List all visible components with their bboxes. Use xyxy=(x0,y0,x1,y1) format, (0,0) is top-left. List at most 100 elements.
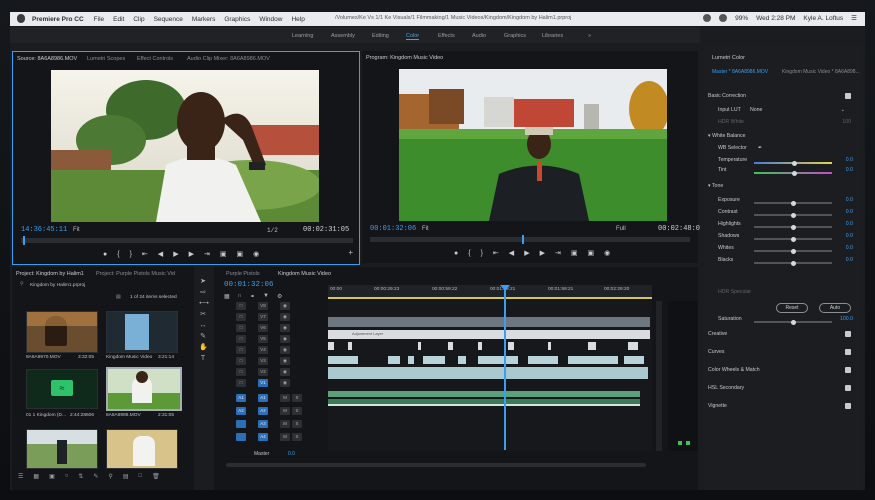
icon-view-icon[interactable]: ▣ xyxy=(49,473,55,480)
basic-correction-checkbox[interactable] xyxy=(845,93,851,99)
timeline-clip[interactable] xyxy=(348,342,352,350)
snap-icon[interactable]: ∩ xyxy=(238,293,242,300)
tab-project-kingdom[interactable]: Project: Kingdom by Halim1 xyxy=(16,271,84,277)
track-lock-icon[interactable]: □ xyxy=(236,368,246,376)
blacks-value[interactable]: 0.0 xyxy=(846,257,853,263)
solo-button[interactable]: S xyxy=(292,420,302,428)
input-lut-chevron-icon[interactable]: ⌄ xyxy=(841,107,845,113)
sort-icon[interactable]: ⇅ xyxy=(78,473,83,480)
workspace-learning[interactable]: Learning xyxy=(292,33,313,39)
tab-sequence-purple-pistols[interactable]: Purple Pistols xyxy=(226,271,260,277)
trash-icon[interactable]: 🗑 xyxy=(152,473,160,480)
tab-sequence-kingdom[interactable]: Kingdom Music Video xyxy=(278,271,331,277)
track-target-a1[interactable]: A1 xyxy=(258,394,268,402)
timeline-clip[interactable] xyxy=(408,356,414,364)
audio-source-patch[interactable] xyxy=(236,433,246,441)
insert-icon[interactable]: ▣ xyxy=(220,250,227,258)
prog-step-back-icon[interactable]: ◀ xyxy=(509,249,514,257)
program-timecode[interactable]: 00:01:32:06 xyxy=(370,225,416,233)
temperature-knob[interactable] xyxy=(792,160,798,166)
track-target-v4[interactable]: V4 xyxy=(258,346,268,354)
contrast-knob[interactable] xyxy=(790,212,796,218)
tint-value[interactable]: 0.0 xyxy=(846,167,853,173)
timeline-clip[interactable] xyxy=(458,356,466,364)
timeline-clip[interactable] xyxy=(388,356,400,364)
source-fraction[interactable]: 1/2 xyxy=(267,227,278,234)
lock-icon[interactable]: ☰ xyxy=(18,473,23,480)
clock[interactable]: Wed 2:28 PM xyxy=(756,15,795,22)
audio-source-patch[interactable]: A1 xyxy=(236,394,246,402)
solo-button[interactable]: S xyxy=(292,394,302,402)
search-icon[interactable]: ⚲ xyxy=(20,282,24,287)
section-vignette[interactable]: Vignette xyxy=(708,403,853,415)
add-marker-icon[interactable]: ▼ xyxy=(263,293,269,300)
section-curves[interactable]: Curves xyxy=(708,349,853,361)
timeline-clip[interactable] xyxy=(588,342,596,350)
timeline-timecode[interactable]: 00:01:32:06 xyxy=(224,281,274,289)
workspace-editing[interactable]: Editing xyxy=(372,33,389,39)
timeline-clip[interactable] xyxy=(528,356,558,364)
contrast-value[interactable]: 0.0 xyxy=(846,209,853,215)
track-visibility-icon[interactable]: ◉ xyxy=(280,357,290,365)
track-lock-icon[interactable]: □ xyxy=(236,357,246,365)
workspace-assembly[interactable]: Assembly xyxy=(331,33,355,39)
linked-selection-icon[interactable]: ⚭ xyxy=(250,293,255,300)
source-scrub-bar[interactable] xyxy=(21,238,353,243)
track-target-v6[interactable]: V6 xyxy=(258,324,268,332)
mute-button[interactable]: M xyxy=(280,420,290,428)
track-target-v8[interactable]: V8 xyxy=(258,302,268,310)
section-hsl-secondary[interactable]: HSL Secondary xyxy=(708,385,853,397)
program-title[interactable]: Program: Kingdom Music Video xyxy=(366,55,443,61)
source-fit-dropdown[interactable]: Fit xyxy=(73,227,80,233)
menu-sequence[interactable]: Sequence xyxy=(154,16,183,23)
prog-play-icon[interactable]: ▶ xyxy=(524,249,529,257)
program-fit-dropdown[interactable]: Fit xyxy=(422,226,429,232)
prog-mark-out-icon[interactable]: } xyxy=(481,250,483,257)
mute-button[interactable]: M xyxy=(280,394,290,402)
prog-step-forward-icon[interactable]: ▶ xyxy=(540,249,545,257)
track-target-v3[interactable]: V3 xyxy=(258,357,268,365)
track-target-a2[interactable]: A2 xyxy=(258,407,268,415)
menu-edit[interactable]: Edit xyxy=(113,16,124,23)
highlights-slider[interactable] xyxy=(754,224,832,230)
program-resolution-dropdown[interactable]: Full xyxy=(616,226,626,232)
prog-export-frame-icon[interactable]: ◉ xyxy=(604,249,610,257)
track-lock-icon[interactable]: □ xyxy=(236,324,246,332)
menu-list-icon[interactable]: ☰ xyxy=(851,14,857,22)
section-creative[interactable]: Creative xyxy=(708,331,853,343)
mark-out-icon[interactable]: } xyxy=(130,251,132,258)
find-icon[interactable]: ⚲ xyxy=(108,473,112,480)
folder-icon[interactable]: ▤ xyxy=(116,295,121,300)
reset-button[interactable]: Reset xyxy=(776,303,808,313)
workspace-audio[interactable]: Audio xyxy=(472,33,486,39)
exposure-knob[interactable] xyxy=(790,200,796,206)
track-lock-icon[interactable]: □ xyxy=(236,313,246,321)
menu-markers[interactable]: Markers xyxy=(192,16,215,23)
go-to-in-icon[interactable]: ⇤ xyxy=(142,250,148,258)
menu-graphics[interactable]: Graphics xyxy=(224,16,250,23)
menu-help[interactable]: Help xyxy=(291,16,304,23)
whites-slider[interactable] xyxy=(754,248,832,254)
track-select-icon[interactable]: ⇨ xyxy=(199,289,207,297)
tint-knob[interactable] xyxy=(792,170,798,176)
track-visibility-icon[interactable]: ◉ xyxy=(280,335,290,343)
extract-icon[interactable]: ▣ xyxy=(587,249,594,257)
project-item-thumb[interactable] xyxy=(106,311,178,353)
status-icon[interactable] xyxy=(703,14,712,22)
timeline-playhead[interactable] xyxy=(504,285,506,450)
source-timecode[interactable]: 14:36:45:11 xyxy=(21,226,67,234)
lift-icon[interactable]: ▣ xyxy=(571,249,578,257)
contrast-slider[interactable] xyxy=(754,212,832,218)
audio-source-patch[interactable] xyxy=(236,420,246,428)
tab-project-purple-pistols[interactable]: Project: Purple Pistols Music Vid xyxy=(96,271,175,277)
clips-v1[interactable] xyxy=(328,367,648,379)
mute-button[interactable]: M xyxy=(280,407,290,415)
lumetri-sequence-clip[interactable]: Kingdom Music Video * 8A6A898... xyxy=(782,69,860,75)
program-video-frame[interactable] xyxy=(399,69,667,221)
basic-correction-header[interactable]: Basic Correction xyxy=(708,93,853,105)
track-visibility-icon[interactable]: ◉ xyxy=(280,379,290,387)
track-target-a3[interactable]: A3 xyxy=(258,420,268,428)
tab-audio-clip-mixer[interactable]: Audio Clip Mixer: 8A6A8986.MOV xyxy=(187,56,270,62)
prog-marker-icon[interactable]: ● xyxy=(454,250,458,257)
highlights-knob[interactable] xyxy=(790,224,796,230)
